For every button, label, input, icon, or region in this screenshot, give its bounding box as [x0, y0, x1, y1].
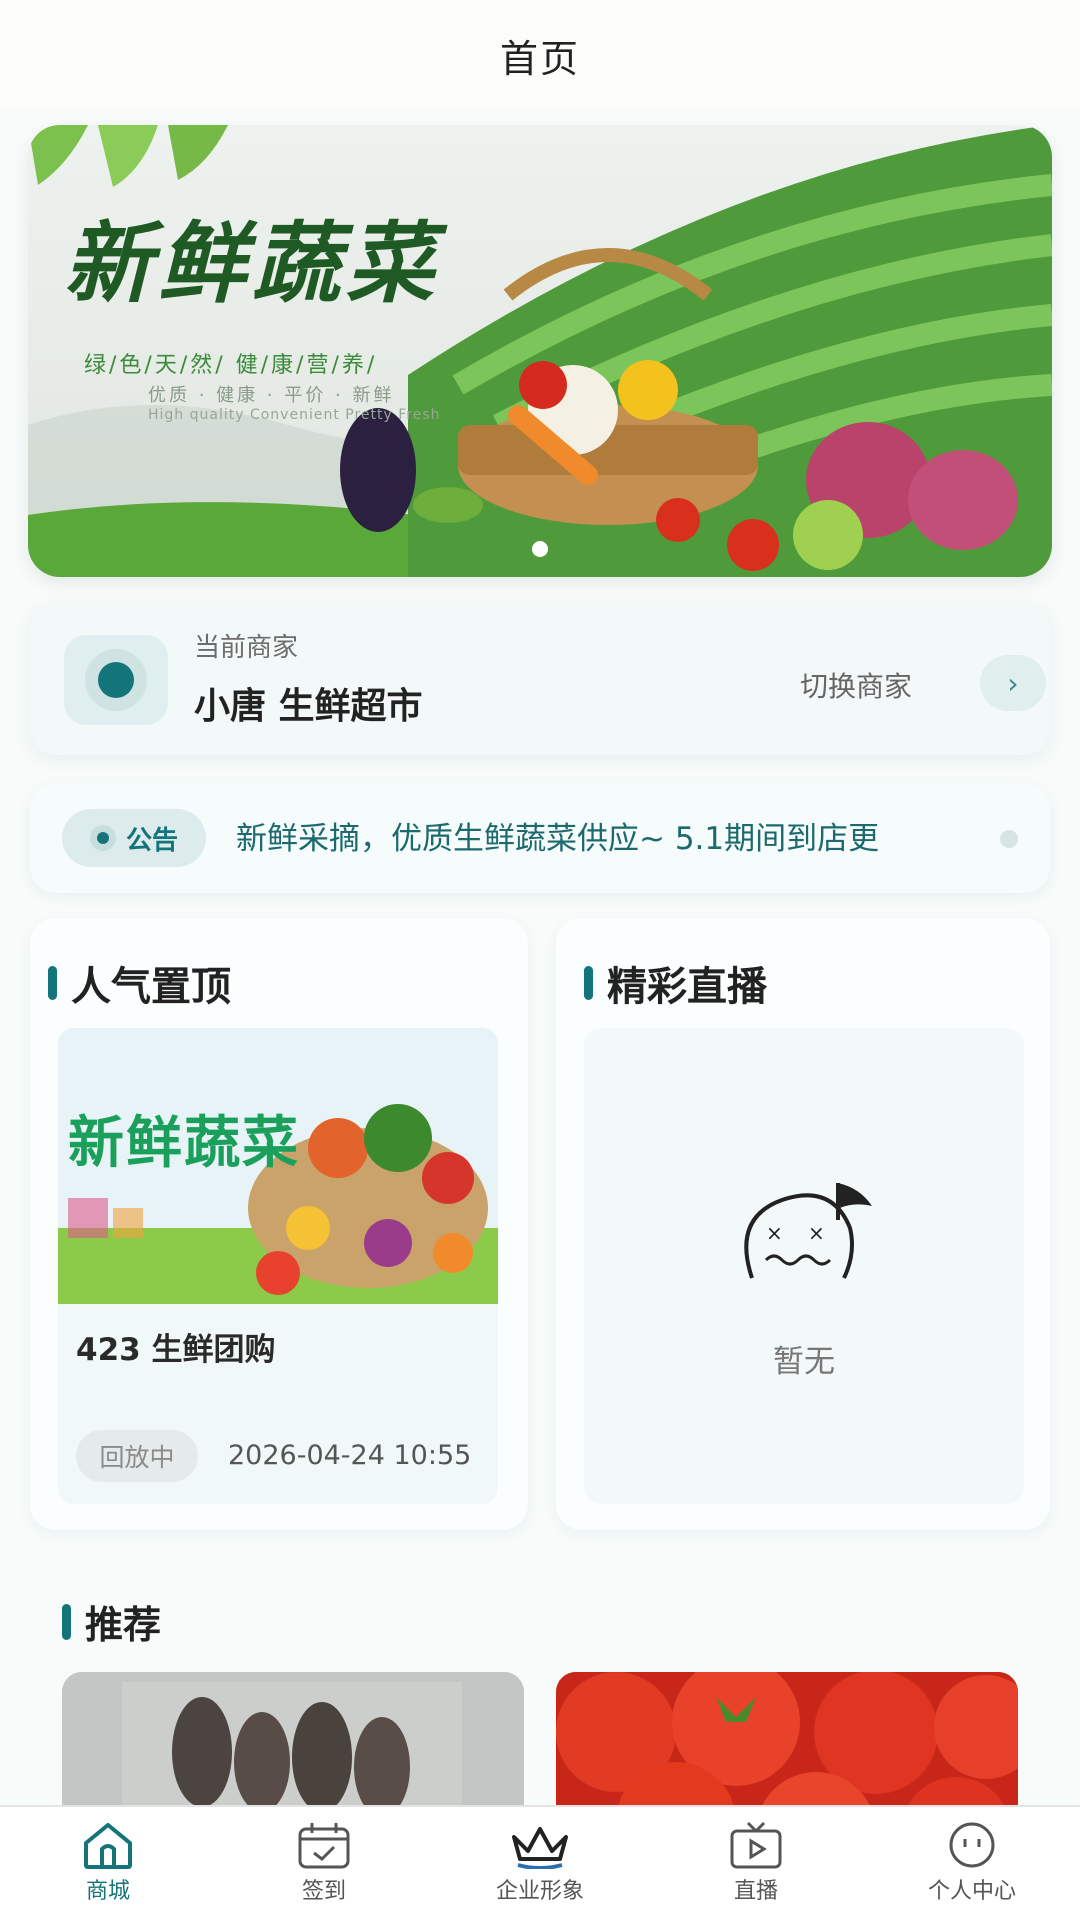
- switch-merchant-button[interactable]: ›: [980, 655, 1046, 711]
- section-marker: [584, 966, 593, 1000]
- empty-state-text: 暂无: [773, 1344, 835, 1380]
- announcement-indicator: [1000, 830, 1018, 848]
- popular-section: 人气置顶 新鲜蔬菜 423 生鲜团购 回放中 2026-04-24 10:55: [30, 918, 528, 1530]
- announcement-bar[interactable]: 公告 新鲜采摘，优质生鲜蔬菜供应~ 5.1期间到店更: [30, 783, 1050, 893]
- banner-title: 新鲜蔬菜: [64, 211, 441, 315]
- banner-subtitle-english: High quality Convenient Pretty Fresh: [148, 407, 441, 423]
- announcement-dot-icon: [89, 825, 116, 851]
- banner-subtitle: 绿/色/天/然/ 健/康/营/养/: [84, 353, 378, 378]
- chevron-right-icon: ›: [1007, 666, 1019, 700]
- announcement-badge: 公告: [62, 809, 206, 867]
- live-empty-state: × × 暂无: [584, 1028, 1024, 1504]
- tab-label: 签到: [301, 1879, 346, 1904]
- live-section: 精彩直播 × × 暂无: [556, 918, 1050, 1530]
- crown-icon: [512, 1827, 568, 1869]
- popular-item-time: 2026-04-24 10:55: [228, 1440, 472, 1471]
- tab-live[interactable]: 直播: [648, 1807, 864, 1920]
- recommend-section-title: 推荐: [85, 1603, 162, 1647]
- svg-text:×: ×: [808, 1221, 825, 1245]
- popular-live-item[interactable]: 新鲜蔬菜 423 生鲜团购 回放中 2026-04-24 10:55: [58, 1028, 498, 1504]
- tv-play-icon: [730, 1821, 782, 1869]
- banner-subtitle-secondary: 优质 · 健康 · 平价 · 新鲜: [148, 385, 395, 406]
- replay-status-badge: 回放中: [76, 1430, 198, 1482]
- calendar-check-icon: [298, 1823, 350, 1869]
- announcement-text: 新鲜采摘，优质生鲜蔬菜供应~ 5.1期间到店更: [236, 821, 880, 857]
- live-section-title: 精彩直播: [607, 964, 767, 1010]
- announcement-badge-label: 公告: [125, 825, 178, 856]
- tab-company-image[interactable]: 企业形象: [432, 1807, 648, 1920]
- face-icon: [949, 1822, 995, 1868]
- popular-section-title: 人气置顶: [71, 964, 231, 1010]
- svg-text:×: ×: [766, 1221, 783, 1245]
- tab-label: 直播: [733, 1879, 778, 1904]
- merchant-name: 小唐 生鲜超市: [194, 686, 423, 727]
- carousel-indicator: [28, 541, 1052, 557]
- page-title: 首页: [499, 36, 580, 81]
- carousel-dot[interactable]: [532, 541, 548, 557]
- live-section-header: 精彩直播: [584, 954, 767, 1012]
- current-merchant-card: 当前商家 小唐 生鲜超市 切换商家 ›: [30, 605, 1050, 755]
- tab-checkin[interactable]: 签到: [216, 1807, 432, 1920]
- home-icon: [84, 1823, 132, 1869]
- tab-label: 企业形象: [495, 1879, 584, 1904]
- top-header: 首页: [0, 0, 1080, 110]
- bottom-tab-bar: 商城 签到 企业形象 直播 个人中心: [0, 1805, 1080, 1920]
- popular-image-title: 新鲜蔬菜: [68, 1111, 300, 1176]
- empty-face-flag-icon: × ×: [744, 1183, 872, 1279]
- tab-label: 个人中心: [927, 1879, 1016, 1904]
- popular-section-header: 人气置顶: [48, 954, 231, 1012]
- section-marker: [62, 1603, 71, 1640]
- popular-item-name: 423 生鲜团购: [76, 1332, 276, 1368]
- section-marker: [48, 966, 57, 1000]
- tab-label: 商城: [85, 1879, 130, 1904]
- merchant-label: 当前商家: [194, 633, 299, 663]
- tab-profile[interactable]: 个人中心: [864, 1807, 1080, 1920]
- banner-carousel[interactable]: 新鲜蔬菜 绿/色/天/然/ 健/康/营/养/ 优质 · 健康 · 平价 · 新鲜…: [28, 125, 1052, 577]
- switch-merchant-link[interactable]: 切换商家: [800, 665, 912, 705]
- merchant-logo: [64, 635, 168, 725]
- tab-mall[interactable]: 商城: [0, 1807, 216, 1920]
- recommend-section-header: 推荐: [62, 1594, 161, 1649]
